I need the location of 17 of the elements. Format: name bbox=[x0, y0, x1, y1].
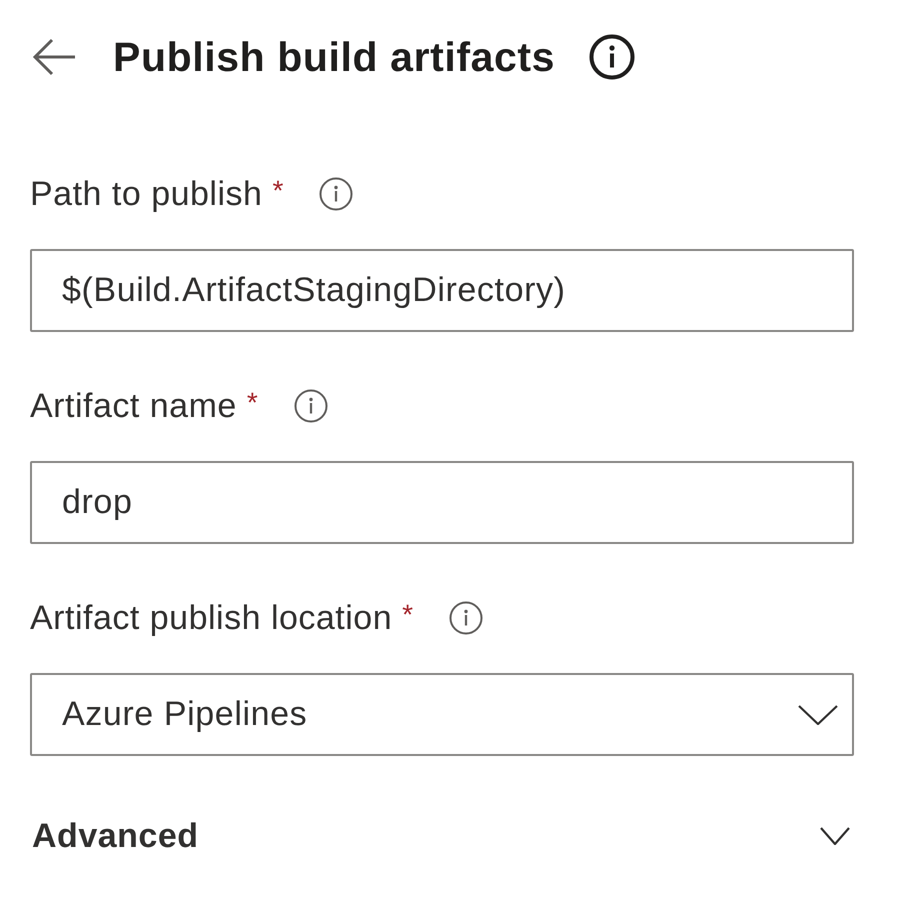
required-asterisk: * bbox=[272, 174, 284, 208]
field-label: Artifact name bbox=[30, 386, 237, 426]
info-icon[interactable] bbox=[589, 34, 636, 80]
required-asterisk: * bbox=[246, 386, 258, 420]
info-icon[interactable] bbox=[449, 601, 484, 635]
chevron-down-icon bbox=[798, 704, 838, 724]
info-icon[interactable] bbox=[294, 389, 328, 423]
advanced-section-toggle[interactable]: Advanced bbox=[30, 816, 854, 856]
text-input[interactable]: $(Build.ArtifactStagingDirectory) bbox=[30, 249, 854, 332]
required-asterisk: * bbox=[402, 598, 414, 632]
info-icon[interactable] bbox=[319, 177, 354, 211]
back-arrow-icon[interactable] bbox=[32, 38, 76, 76]
text-input[interactable]: drop bbox=[30, 461, 854, 544]
field-label: Artifact publish location bbox=[30, 598, 392, 638]
panel-title: Publish build artifacts bbox=[113, 33, 556, 82]
location-dropdown[interactable]: Azure Pipelines bbox=[30, 673, 854, 756]
field-label: Path to publish bbox=[30, 174, 262, 214]
